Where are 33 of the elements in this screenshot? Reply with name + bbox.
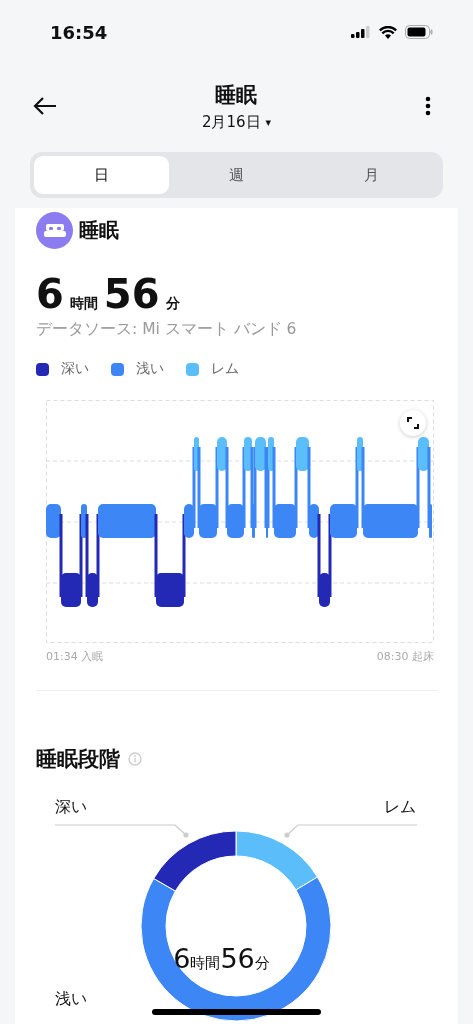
legend-label: レム: [211, 360, 239, 378]
duration-minutes: 56: [103, 271, 160, 317]
stage-label: レム: [384, 797, 416, 818]
center-minutes-unit: 分: [254, 954, 270, 973]
period-tab[interactable]: 月: [304, 156, 439, 194]
legend-label: 浅い: [136, 360, 164, 378]
center-minutes: 56: [220, 943, 255, 974]
expand-icon[interactable]: [407, 417, 419, 429]
hours-unit: 時間: [69, 295, 98, 313]
info-icon: [128, 752, 142, 766]
legend-label: 深い: [61, 360, 89, 378]
data-source: データソース: Mi スマート バンド 6: [36, 319, 298, 340]
section-title: 睡眠段階: [36, 746, 120, 773]
bed-icon: [36, 212, 73, 249]
status-time: 16:54: [50, 21, 108, 43]
battery-icon: [405, 25, 433, 39]
wake-time: 08:30 起床: [376, 649, 434, 664]
stage-label: 深い: [55, 797, 87, 818]
center-hours: 6: [173, 943, 191, 974]
center-hours-unit: 時間: [190, 954, 221, 973]
stage-label: 浅い: [55, 989, 87, 1010]
more-icon[interactable]: [425, 96, 431, 116]
signal-icon: [351, 26, 371, 38]
period-tab[interactable]: 週: [169, 156, 304, 194]
minutes-unit: 分: [165, 295, 180, 313]
card-title: 睡眠: [79, 217, 119, 244]
period-tab[interactable]: 日: [34, 156, 169, 194]
date-picker[interactable]: 2月16日 ▾: [201, 112, 272, 132]
wifi-icon: [379, 25, 397, 39]
duration-hours: 6: [36, 271, 64, 317]
page-title: 睡眠: [215, 81, 258, 109]
expand-button[interactable]: [400, 410, 426, 436]
sleep-start-time: 01:34 入眠: [46, 649, 104, 664]
